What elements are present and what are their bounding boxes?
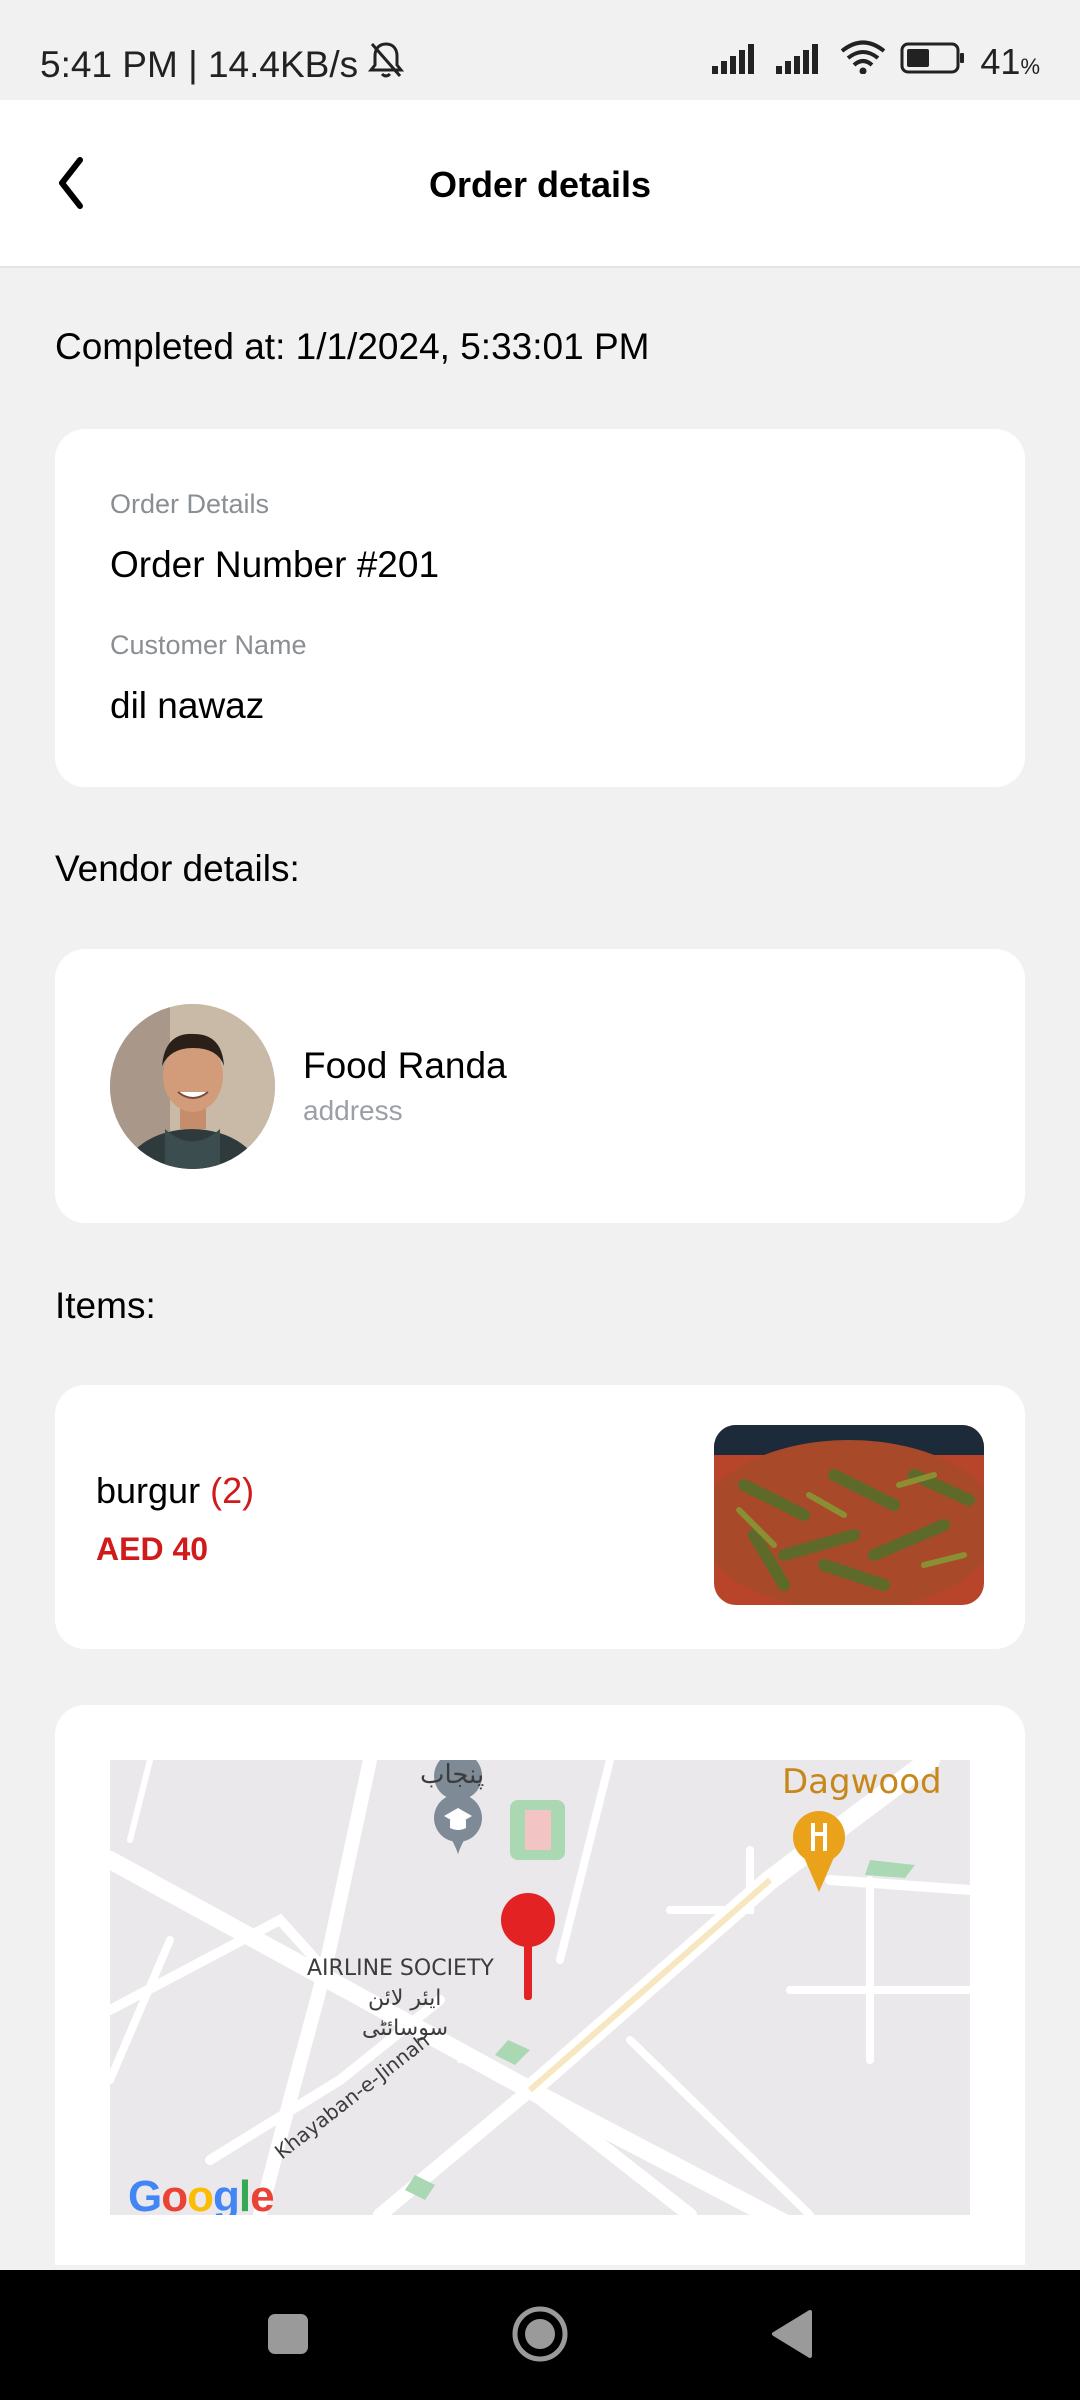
vendor-card[interactable]: Food Randa address	[55, 949, 1025, 1223]
nav-back-button[interactable]	[762, 2304, 822, 2364]
wifi-icon	[840, 40, 886, 83]
list-item[interactable]: burgur (2) AED 40	[55, 1385, 1025, 1649]
avatar	[110, 1004, 275, 1169]
status-right: 41%	[712, 40, 1040, 83]
order-number: Order Number #201	[110, 544, 440, 585]
battery-percent: 41%	[980, 41, 1040, 83]
item-quantity: (2)	[210, 1470, 255, 1511]
google-logo: Google	[128, 2172, 275, 2215]
map-label-dagwood: Dagwood	[782, 1762, 942, 1802]
map-card: پنجاب Dagwood AIRLINE SOCIETY ایئر لائن …	[55, 1705, 1025, 2265]
square-icon	[268, 2314, 308, 2354]
customer-name-label: Customer Name	[110, 630, 307, 660]
vendor-address: address	[303, 1095, 403, 1126]
map-label-airline-urdu-1: ایئر لائن	[368, 1986, 442, 2011]
items-section-title: Items:	[55, 1285, 156, 1326]
map-label-airline-society: AIRLINE SOCIETY	[307, 1956, 494, 1981]
battery-value: 41	[980, 40, 1021, 82]
system-nav-bar	[0, 2270, 1080, 2400]
map-label-punjab: پنجاب	[420, 1760, 485, 1790]
nav-home-button[interactable]	[510, 2304, 570, 2364]
battery-unit: %	[1020, 53, 1040, 79]
map-roads	[110, 1760, 970, 2215]
status-time-speed: 5:41 PM | 14.4KB/s	[40, 43, 359, 85]
item-name: burgur	[96, 1470, 201, 1511]
signal-icon	[776, 41, 826, 83]
app-bar: Order details	[0, 100, 1080, 268]
nav-recent-button[interactable]	[258, 2304, 318, 2364]
circle-icon	[512, 2306, 568, 2362]
vendor-name: Food Randa	[303, 1045, 507, 1086]
triangle-icon	[772, 2310, 812, 2358]
customer-name: dil nawaz	[110, 685, 265, 726]
bell-muted-icon	[368, 40, 405, 89]
map-label-airline-urdu-2: سوسائٹی	[362, 2016, 449, 2041]
status-bar: 5:41 PM | 14.4KB/s 41%	[0, 0, 1080, 100]
order-card: Order Details Order Number #201 Customer…	[55, 429, 1025, 787]
order-details-label: Order Details	[110, 489, 270, 519]
signal-icon	[712, 41, 762, 83]
map-view[interactable]: پنجاب Dagwood AIRLINE SOCIETY ایئر لائن …	[110, 1760, 970, 2215]
vendor-section-title: Vendor details:	[55, 848, 300, 889]
page-title: Order details	[428, 164, 652, 205]
completed-at: Completed at: 1/1/2024, 5:33:01 PM	[55, 326, 650, 367]
item-price: AED 40	[96, 1531, 209, 1567]
status-left: 5:41 PM | 14.4KB/s	[40, 40, 405, 89]
item-name-row: burgur (2)	[96, 1470, 254, 1512]
battery-icon	[900, 41, 966, 83]
item-image	[714, 1425, 984, 1605]
